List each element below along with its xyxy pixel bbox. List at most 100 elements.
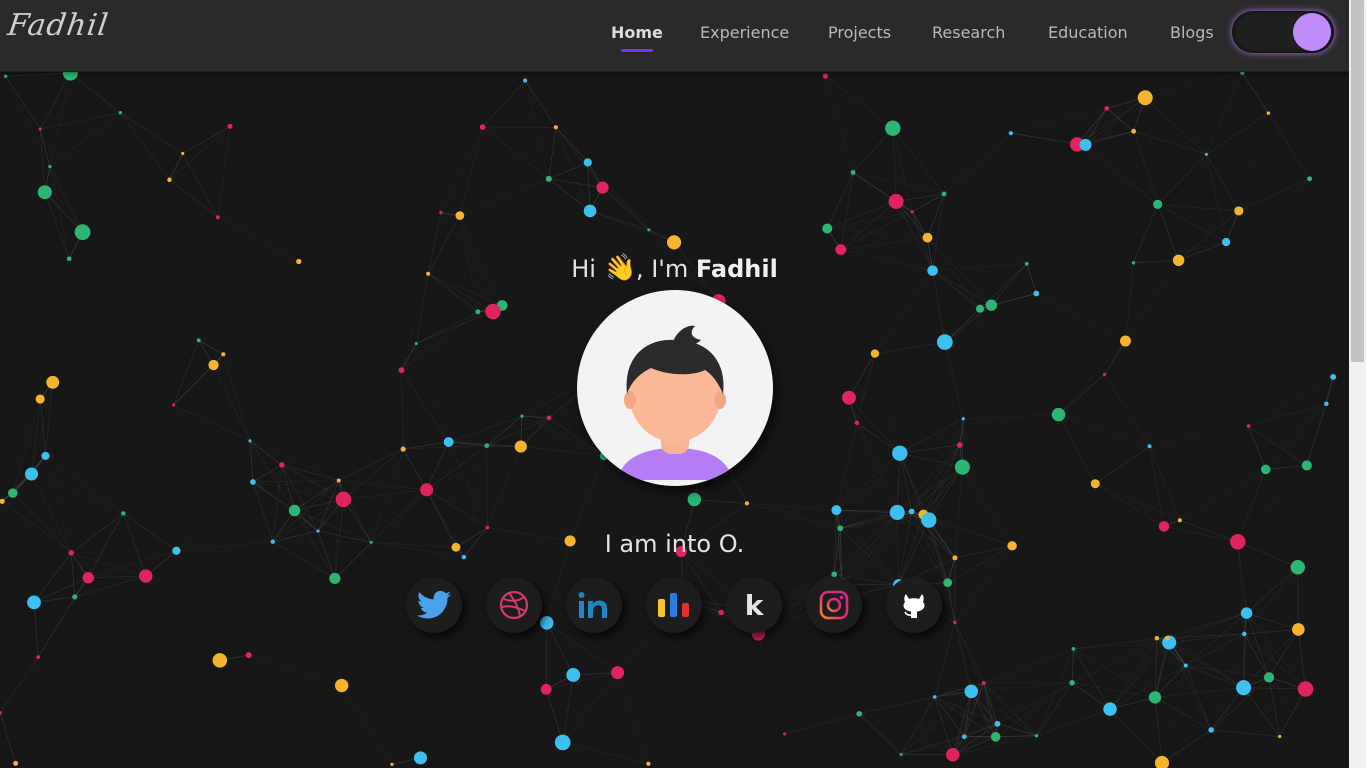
hero-greeting: Hi 👋, I'm Fadhil	[0, 251, 1349, 287]
network-node	[1324, 401, 1329, 407]
network-node	[1008, 131, 1013, 136]
nav-item-blogs[interactable]: Blogs	[1170, 23, 1214, 42]
network-node	[398, 367, 405, 374]
network-node	[596, 181, 609, 194]
network-node	[540, 683, 552, 695]
nav-item-research[interactable]: Research	[932, 23, 1005, 42]
avatar	[577, 290, 773, 486]
network-node	[953, 620, 957, 625]
network-node	[485, 525, 490, 530]
greeting-mid: , I'm	[635, 255, 689, 283]
network-node	[335, 491, 352, 508]
network-node	[1137, 90, 1153, 106]
greeting-prefix: Hi	[571, 255, 596, 283]
network-node	[36, 655, 41, 659]
active-nav-indicator	[621, 49, 653, 52]
network-node	[854, 420, 859, 425]
scrollbar-thumb[interactable]	[1351, 0, 1364, 362]
network-node	[910, 210, 914, 214]
network-node	[850, 170, 856, 175]
network-node	[1292, 623, 1305, 636]
network-node	[196, 338, 201, 343]
network-node	[856, 710, 863, 717]
network-node	[248, 439, 252, 443]
network-node	[400, 446, 406, 452]
network-node	[48, 164, 52, 169]
theme-toggle[interactable]	[1232, 11, 1334, 53]
network-node	[139, 569, 153, 583]
nav-item-projects[interactable]: Projects	[828, 23, 891, 42]
navbar: Fadhil Home Experience Projects Research…	[0, 0, 1349, 72]
network-node	[1131, 128, 1137, 134]
network-node	[899, 752, 903, 756]
network-node	[485, 303, 501, 320]
nav-item-experience[interactable]: Experience	[700, 23, 789, 42]
network-node	[420, 483, 434, 497]
nav-item-label: Projects	[828, 23, 892, 42]
network-node	[546, 415, 552, 421]
network-node	[1079, 138, 1092, 151]
nav-item-label: Research	[932, 23, 1006, 42]
network-node	[41, 451, 50, 460]
network-node	[1165, 635, 1170, 641]
network-node	[250, 479, 256, 485]
network-node	[647, 228, 651, 232]
network-node	[842, 390, 856, 405]
network-node	[1290, 560, 1305, 575]
network-node	[961, 417, 965, 421]
network-node	[1204, 152, 1208, 156]
linkedin-icon	[578, 592, 607, 618]
nav-item-label: Blogs	[1170, 23, 1214, 42]
network-node	[1208, 727, 1214, 733]
network-node	[1103, 702, 1117, 716]
dribbble-link[interactable]	[486, 577, 542, 633]
hero-tagline: I am into O.	[604, 530, 745, 558]
network-node	[1148, 691, 1162, 704]
network-node	[1260, 464, 1271, 475]
network-node	[964, 684, 978, 699]
network-node	[583, 158, 592, 167]
network-node	[932, 695, 937, 699]
kaggle-icon: k	[744, 588, 764, 622]
instagram-link[interactable]	[806, 577, 862, 633]
network-node	[221, 352, 226, 357]
stats-link[interactable]	[646, 577, 702, 633]
twitter-link[interactable]	[406, 577, 462, 633]
kaggle-link[interactable]: k	[726, 577, 782, 633]
github-link[interactable]	[886, 577, 942, 633]
network-node	[583, 204, 597, 218]
network-node	[1221, 237, 1231, 247]
network-node	[1297, 681, 1314, 697]
nav-item-education[interactable]: Education	[1048, 23, 1128, 42]
network-node	[1034, 734, 1039, 738]
network-node	[1102, 372, 1107, 377]
network-node	[82, 571, 94, 584]
network-node	[38, 127, 42, 131]
network-node	[1330, 373, 1337, 380]
network-node	[994, 720, 1001, 727]
network-node	[1147, 444, 1152, 449]
network-node	[981, 681, 986, 685]
network-node	[646, 761, 651, 766]
network-node	[46, 375, 60, 389]
network-node	[956, 442, 963, 448]
network-node	[1263, 672, 1275, 683]
network-node	[181, 151, 185, 156]
nav-item-home[interactable]: Home	[611, 23, 663, 52]
network-node	[889, 504, 905, 520]
page-scrollbar[interactable]	[1349, 0, 1366, 768]
network-node	[1119, 335, 1131, 347]
network-node	[520, 414, 524, 418]
network-node	[522, 78, 528, 83]
site-logo[interactable]: Fadhil	[6, 8, 111, 43]
network-node	[390, 762, 394, 767]
network-node	[1033, 290, 1040, 297]
twitter-icon	[417, 590, 451, 619]
network-node	[212, 653, 228, 668]
linkedin-link[interactable]	[566, 577, 622, 633]
network-node	[172, 403, 176, 407]
network-node	[1183, 663, 1188, 668]
network-node	[475, 309, 481, 315]
network-node	[1266, 111, 1271, 115]
network-node	[1154, 635, 1160, 641]
